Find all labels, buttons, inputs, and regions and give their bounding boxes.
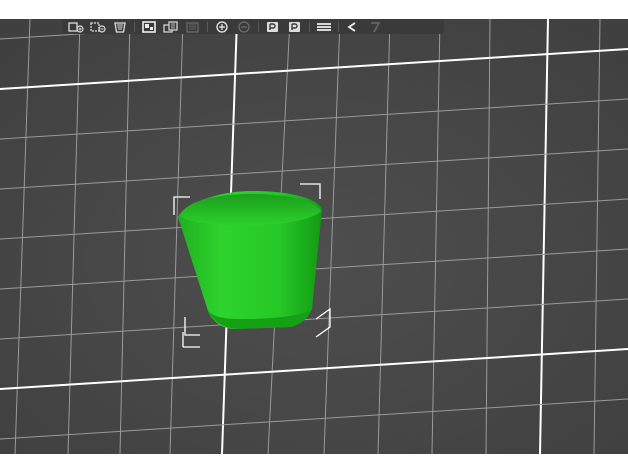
add-instance-icon xyxy=(216,20,228,33)
undo-button[interactable] xyxy=(343,20,363,33)
remove-object-button[interactable] xyxy=(88,20,108,33)
remove-instance-icon xyxy=(238,20,250,33)
delete-all-button[interactable] xyxy=(110,20,130,33)
copy-icon xyxy=(163,20,178,33)
toolbar-separator xyxy=(207,21,208,32)
redo-icon xyxy=(371,21,381,32)
paste-icon xyxy=(186,21,199,33)
delete-all-icon xyxy=(114,21,126,33)
arrange-icon xyxy=(142,20,156,33)
split-to-parts-button[interactable] xyxy=(285,20,305,33)
layers-editing-button[interactable] xyxy=(314,20,334,33)
paste-button[interactable] xyxy=(183,20,203,33)
arrange-button[interactable] xyxy=(139,20,159,33)
remove-instance-button[interactable] xyxy=(234,20,254,33)
split-to-objects-icon xyxy=(267,21,278,32)
undo-icon xyxy=(347,21,356,32)
3d-viewport[interactable] xyxy=(0,19,628,454)
layers-editing-icon xyxy=(317,22,331,31)
toolbar-separator xyxy=(309,21,310,32)
main-toolbar xyxy=(62,19,444,34)
redo-button[interactable] xyxy=(365,20,385,33)
build-plate-scene[interactable] xyxy=(0,19,628,454)
add-object-button[interactable] xyxy=(66,20,86,33)
toolbar-separator xyxy=(258,21,259,32)
toolbar-separator xyxy=(338,21,339,32)
copy-button[interactable] xyxy=(161,20,181,33)
add-instance-button[interactable] xyxy=(212,20,232,33)
add-object-icon xyxy=(68,21,84,33)
split-to-objects-button[interactable] xyxy=(263,20,283,33)
window-bottom-strip xyxy=(0,454,628,472)
toolbar-separator xyxy=(134,21,135,32)
remove-object-icon xyxy=(90,21,106,33)
split-to-parts-icon xyxy=(289,21,300,32)
